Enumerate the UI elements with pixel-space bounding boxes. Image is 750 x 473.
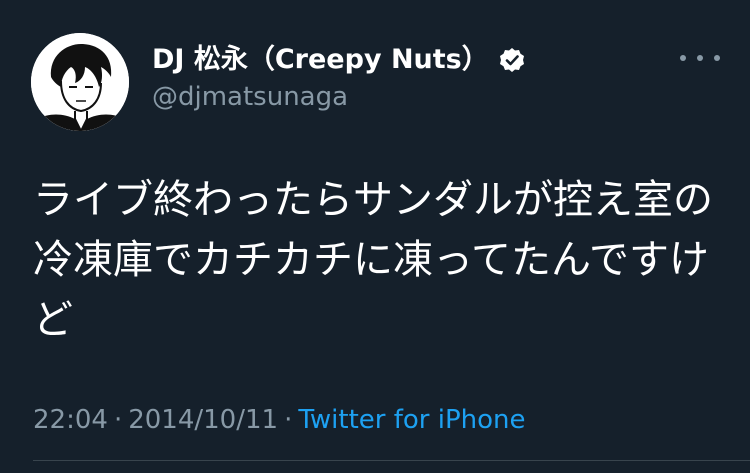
meta-separator: · <box>284 405 293 435</box>
more-options-icon[interactable] <box>680 48 720 68</box>
tweet-date[interactable]: 2014/10/11 <box>128 405 278 435</box>
avatar-illustration <box>31 33 129 131</box>
verified-badge-icon <box>499 47 525 73</box>
author-name-row[interactable]: DJ 松永（Creepy Nuts） <box>152 42 525 78</box>
more-dot <box>714 55 720 61</box>
divider <box>33 460 750 461</box>
tweet-text: ライブ終わったらサンダルが控え室の冷凍庫でカチカチに凍ってたんですけど <box>33 177 713 343</box>
meta-separator: · <box>113 405 123 435</box>
avatar[interactable] <box>31 33 129 131</box>
tweet-metadata: 22:04 · 2014/10/11 · Twitter for iPhone <box>33 402 526 438</box>
username-handle[interactable]: @djmatsunaga <box>152 80 348 114</box>
display-name[interactable]: DJ 松永（Creepy Nuts） <box>152 42 489 78</box>
more-dot <box>697 55 703 61</box>
tweet-source-link[interactable]: Twitter for iPhone <box>298 405 525 435</box>
tweet-card: DJ 松永（Creepy Nuts） @djmatsunaga ライブ終わったら… <box>0 0 750 473</box>
more-dot <box>680 55 686 61</box>
tweet-time[interactable]: 22:04 <box>33 405 108 435</box>
